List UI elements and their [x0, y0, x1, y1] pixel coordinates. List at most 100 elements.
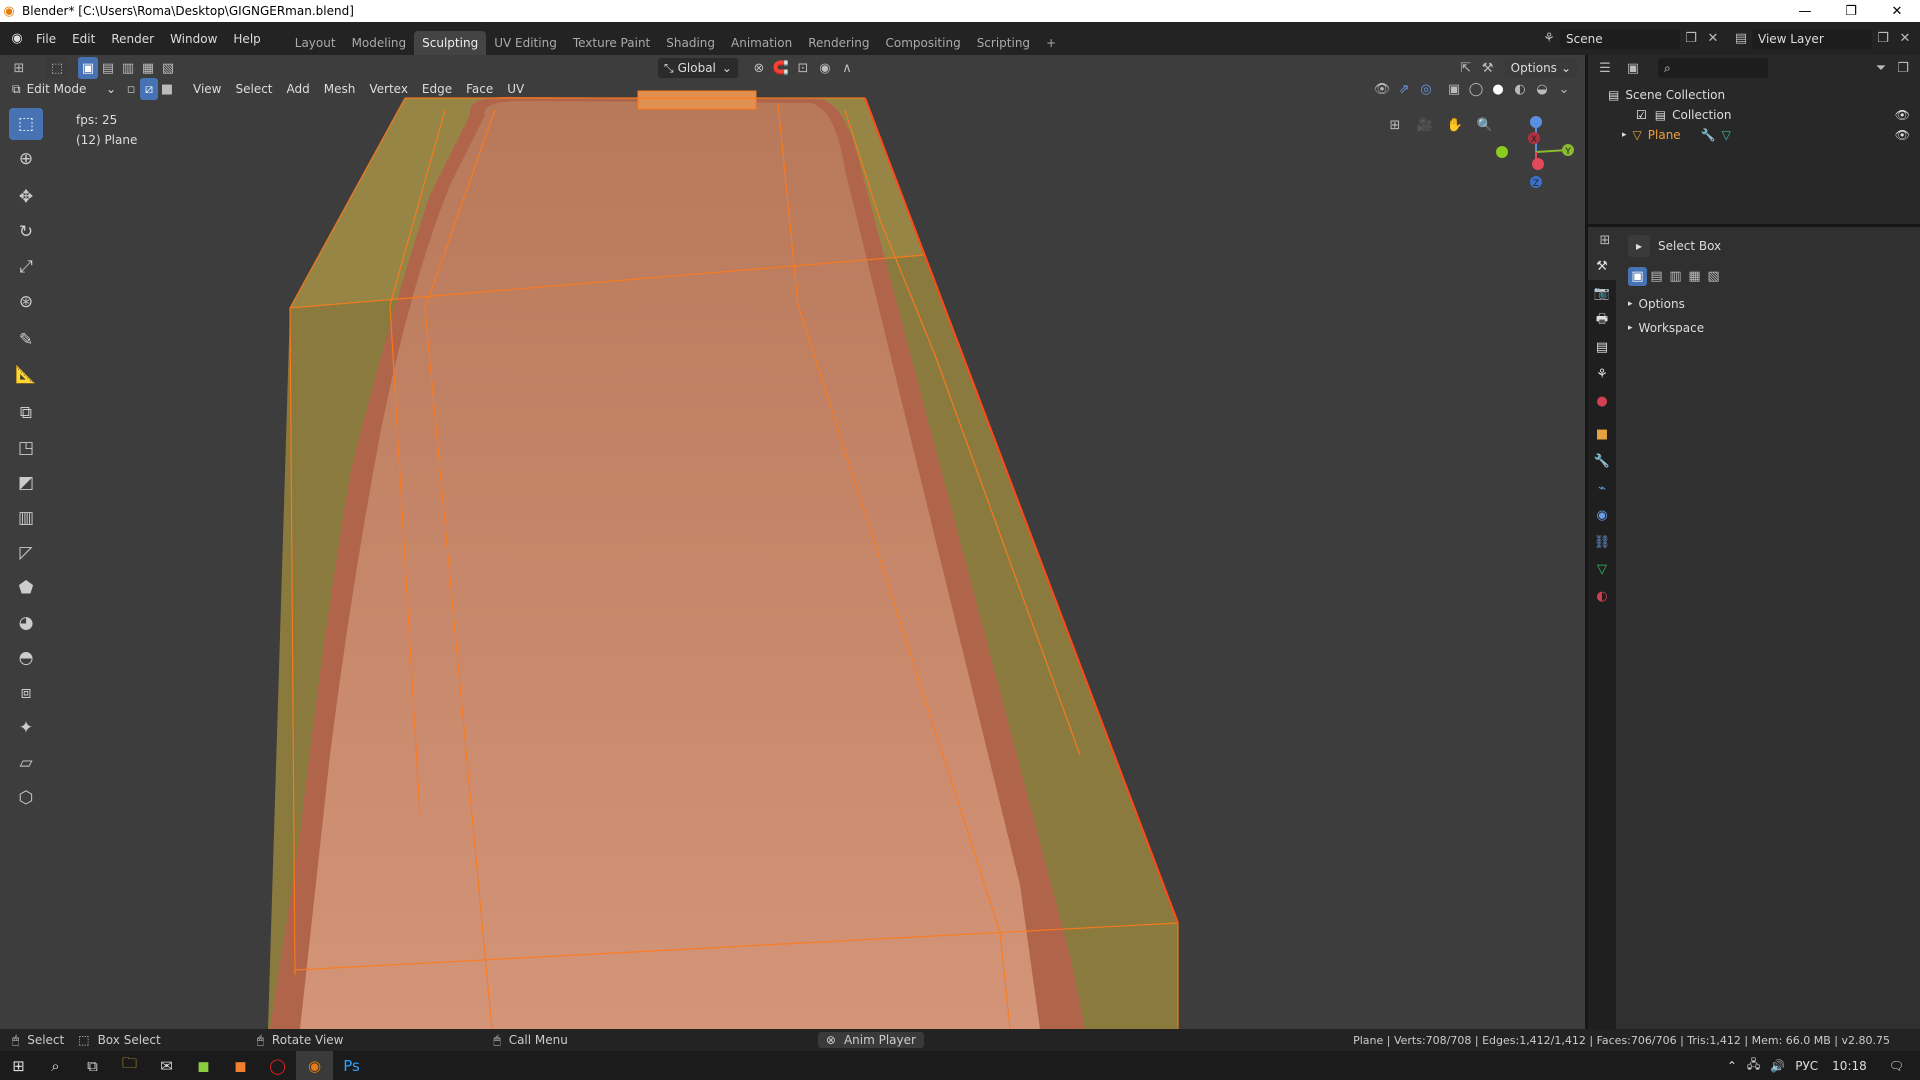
shrink-fatten-tool-icon[interactable]: ✦	[9, 712, 43, 744]
select-invert-icon[interactable]: ▦	[1685, 267, 1704, 286]
snap-icon[interactable]: 🧲	[770, 57, 792, 79]
menu-file[interactable]: File	[28, 22, 64, 55]
minimize-button[interactable]: —	[1782, 0, 1828, 22]
select-intersect-icon[interactable]: ▧	[1704, 267, 1723, 286]
modifier-icon[interactable]: 🔧	[1701, 128, 1716, 142]
new-view-layer-icon[interactable]: ❐	[1872, 28, 1894, 50]
properties-editor-icon[interactable]: ⊞	[1594, 229, 1616, 251]
menu-select[interactable]: Select	[228, 82, 279, 96]
menu-edge[interactable]: Edge	[415, 82, 459, 96]
editor-type-icon[interactable]: ⊞	[8, 57, 30, 79]
shading-options-icon[interactable]: ⌄	[1553, 78, 1575, 100]
menu-face[interactable]: Face	[459, 82, 500, 96]
bevel-tool-icon[interactable]: ◩	[9, 467, 43, 499]
tab-shading[interactable]: Shading	[658, 31, 723, 55]
move-tool-icon[interactable]: ✥	[9, 181, 43, 213]
options-dropdown[interactable]: Options ⌄	[1504, 58, 1577, 78]
paint-app-icon[interactable]: ◼	[222, 1051, 259, 1080]
axis-gizmo[interactable]: Y X Z	[1490, 112, 1580, 192]
tab-layout[interactable]: Layout	[287, 31, 344, 55]
tab-scripting[interactable]: Scripting	[969, 31, 1038, 55]
opera-icon[interactable]: ◯	[259, 1051, 296, 1080]
smooth-tool-icon[interactable]: ◓	[9, 642, 43, 674]
tree-item-scene-collection[interactable]: ▤ Scene Collection	[1588, 85, 1920, 105]
particles-tab-icon[interactable]: ⌁	[1588, 475, 1616, 502]
scene-field[interactable]: Scene	[1560, 28, 1680, 49]
tool-tab-icon[interactable]: ⚒	[1588, 253, 1616, 280]
tree-item-plane[interactable]: ▸ ▽ Plane 🔧 ▽ 👁	[1588, 125, 1920, 145]
annotate-tool-icon[interactable]: ✎	[9, 324, 43, 356]
anim-player-badge[interactable]: ⊗ Anim Player	[817, 1032, 924, 1048]
falloff-icon[interactable]: ∧	[836, 57, 858, 79]
collection-checkbox[interactable]: ☑	[1636, 108, 1647, 122]
data-tab-icon[interactable]: ▽	[1588, 556, 1616, 583]
outliner-editor-icon[interactable]: ☰	[1594, 57, 1616, 79]
blender-taskbar-icon[interactable]: ◉	[296, 1051, 333, 1080]
transform-orientation-dropdown[interactable]: ⤡ Global ⌄	[658, 58, 738, 78]
select-new-icon[interactable]: ▣	[78, 57, 98, 79]
select-subtract-icon[interactable]: ▥	[1666, 267, 1685, 286]
wireframe-shading-icon[interactable]: ◯	[1465, 78, 1487, 100]
menu-edit[interactable]: Edit	[64, 22, 103, 55]
mode-dropdown[interactable]: ⧉ Edit Mode ⌄	[12, 82, 116, 97]
face-select-icon[interactable]: ■	[158, 78, 176, 100]
menu-add[interactable]: Add	[280, 82, 317, 96]
select-new-icon[interactable]: ▣	[1628, 267, 1647, 286]
output-tab-icon[interactable]: 🖶	[1588, 307, 1616, 334]
select-invert-icon[interactable]: ▦	[138, 57, 158, 79]
menu-window[interactable]: Window	[162, 22, 225, 55]
scene-tab-icon[interactable]: ⚘	[1588, 361, 1616, 388]
tab-animation[interactable]: Animation	[723, 31, 800, 55]
tab-rendering[interactable]: Rendering	[800, 31, 877, 55]
delete-scene-icon[interactable]: ✕	[1702, 28, 1724, 50]
scene-selector-icon[interactable]: ⚘	[1538, 28, 1560, 50]
mail-icon[interactable]: ✉	[148, 1051, 185, 1080]
tab-compositing[interactable]: Compositing	[877, 31, 968, 55]
3d-viewport[interactable]	[0, 55, 1585, 1029]
select-extend-icon[interactable]: ▤	[98, 57, 118, 79]
camera-view-icon[interactable]: 🎥	[1410, 114, 1440, 136]
scale-tool-icon[interactable]: ⤢	[9, 251, 43, 283]
object-tab-icon[interactable]: ■	[1588, 421, 1616, 448]
file-explorer-icon[interactable]: 🗀	[111, 1051, 148, 1080]
display-mode-icon[interactable]: ▣	[1622, 57, 1644, 79]
world-tab-icon[interactable]: ●	[1588, 388, 1616, 415]
tab-uv-editing[interactable]: UV Editing	[486, 31, 565, 55]
tab-modeling[interactable]: Modeling	[344, 31, 415, 55]
tray-chevron-icon[interactable]: ⌃	[1727, 1059, 1737, 1073]
task-view-icon[interactable]: ⧉	[74, 1051, 111, 1080]
knife-tool-icon[interactable]: ◸	[9, 537, 43, 569]
tree-item-collection[interactable]: ☑ ▤ Collection 👁	[1588, 105, 1920, 125]
inset-tool-icon[interactable]: ◳	[9, 432, 43, 464]
network-icon[interactable]: 🖧	[1747, 1055, 1760, 1076]
notifications-icon[interactable]: 🗨	[1889, 1059, 1904, 1073]
mesh-data-icon[interactable]: ▽	[1722, 128, 1731, 142]
android-app-icon[interactable]: ◼	[185, 1051, 222, 1080]
constraints-tab-icon[interactable]: ⛓	[1588, 529, 1616, 556]
start-icon[interactable]: ⊞	[0, 1051, 37, 1080]
select-extend-icon[interactable]: ▤	[1647, 267, 1666, 286]
xray-icon[interactable]: ▣	[1443, 78, 1465, 100]
eye-icon[interactable]: 👁	[1895, 128, 1910, 142]
snap-target-icon[interactable]: ⊡	[792, 57, 814, 79]
transform-tool-icon[interactable]: ⊛	[9, 286, 43, 318]
render-tab-icon[interactable]: 📷	[1588, 280, 1616, 307]
view-layer-icon[interactable]: ▤	[1730, 28, 1752, 50]
solid-shading-icon[interactable]: ●	[1487, 78, 1509, 100]
rip-region-tool-icon[interactable]: ⬡	[9, 782, 43, 814]
edge-select-icon[interactable]: ⧄	[140, 78, 158, 100]
material-shading-icon[interactable]: ◐	[1509, 78, 1531, 100]
loop-cut-tool-icon[interactable]: ▥	[9, 502, 43, 534]
menu-uv[interactable]: UV	[500, 82, 531, 96]
poly-build-tool-icon[interactable]: ⬟	[9, 572, 43, 604]
gizmo-toggle-icon[interactable]: ⇱	[1455, 57, 1477, 79]
restore-button[interactable]: ❐	[1828, 0, 1874, 22]
gizmo-icon[interactable]: ⇗	[1393, 78, 1415, 100]
menu-view[interactable]: View	[186, 82, 228, 96]
add-workspace-button[interactable]: +	[1038, 31, 1064, 55]
menu-vertex[interactable]: Vertex	[362, 82, 415, 96]
menu-render[interactable]: Render	[103, 22, 162, 55]
material-tab-icon[interactable]: ◐	[1588, 583, 1616, 610]
clock[interactable]: 10:18	[1832, 1059, 1867, 1073]
select-tool-icon[interactable]: ⬚	[46, 57, 68, 79]
